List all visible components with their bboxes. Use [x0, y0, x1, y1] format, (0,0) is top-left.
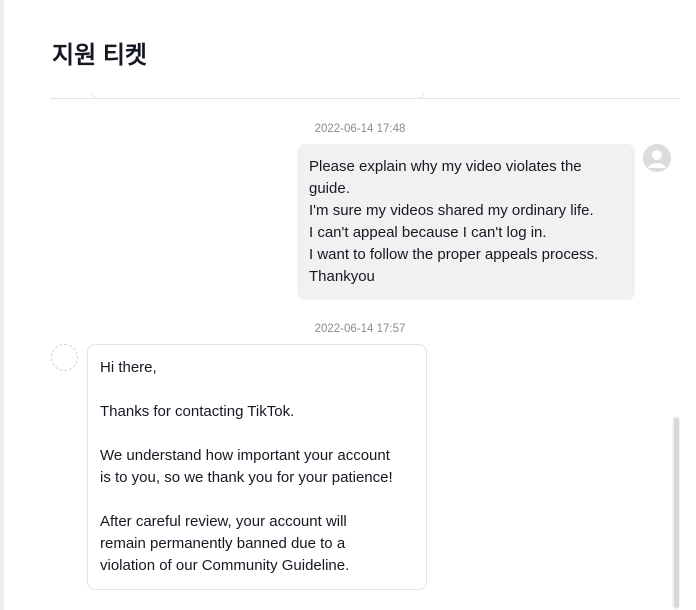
support-avatar-icon — [51, 344, 78, 371]
message-timestamp: 2022-06-14 17:57 — [314, 323, 406, 335]
message-line: We understand how important your account — [100, 447, 390, 464]
support-message-bubble: Hi there, Thanks for contacting TikTok. … — [87, 344, 427, 590]
message-line: Thanks for contacting TikTok. — [100, 403, 295, 420]
previous-message-bubble-edge — [92, 92, 424, 99]
message-line: is to you, so we thank you for your pati… — [100, 469, 393, 486]
message-line: I can't appeal because I can't log in. — [309, 224, 547, 241]
message-line: After careful review, your account will — [100, 513, 347, 530]
message-line: I want to follow the proper appeals proc… — [309, 246, 599, 263]
message-timestamp: 2022-06-14 17:48 — [314, 123, 406, 135]
message-line: violation of our Community Guideline. — [100, 557, 350, 574]
message-line: Thankyou — [309, 268, 375, 285]
message-line: remain permanently banned due to a — [100, 535, 346, 552]
default-user-avatar-icon[interactable] — [643, 144, 671, 172]
support-ticket-page: 지원 티켓 2022-06-14 17:48 Please explain wh… — [0, 0, 696, 610]
message-line: Please explain why my video violates the — [309, 158, 582, 175]
page-title: 지원 티켓 — [52, 42, 147, 69]
scrollbar-thumb[interactable] — [674, 418, 679, 608]
message-line: Hi there, — [100, 359, 157, 376]
user-message-bubble: Please explain why my video violates the… — [297, 144, 635, 300]
message-line: guide. — [309, 180, 350, 197]
message-line: I'm sure my videos shared my ordinary li… — [309, 202, 594, 219]
left-panel-edge — [0, 0, 4, 610]
